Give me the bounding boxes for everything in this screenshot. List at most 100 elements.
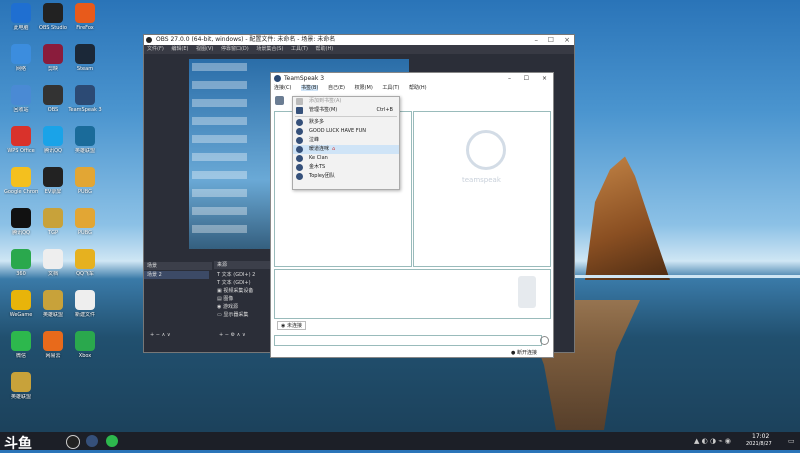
obs-menu-edit[interactable]: 编辑(E) xyxy=(171,46,188,52)
ts-status-text: 断开连接 xyxy=(516,350,537,356)
bookmark-item[interactable]: Ke Clan xyxy=(293,154,399,163)
desktop-icon[interactable]: 网易云 xyxy=(36,331,70,359)
desktop-icon[interactable]: 腾讯QQ xyxy=(36,126,70,154)
add-source-icon[interactable]: + xyxy=(219,332,223,338)
desktop-icon[interactable]: 英雄联盟 xyxy=(36,290,70,318)
source-toolbar: + − ⚙ ∧ ∨ xyxy=(216,331,246,339)
desktop-icon[interactable]: Google Chrome xyxy=(4,167,38,195)
app-icon xyxy=(43,85,63,105)
clock-time[interactable]: 17:02 xyxy=(752,433,769,440)
desktop-icon[interactable]: PUBG xyxy=(68,167,102,195)
manage-bookmarks-item[interactable]: 管理书签(M) Ctrl+B xyxy=(293,106,399,115)
ts-titlebar[interactable]: TeamSpeak 3 – ☐ × xyxy=(271,73,553,84)
desktop-icon[interactable]: 英雄联盟 xyxy=(68,126,102,154)
move-down-icon[interactable]: ∨ xyxy=(167,332,171,338)
app-icon xyxy=(75,167,95,187)
desktop-icon[interactable]: 文档 xyxy=(36,249,70,277)
scene-list-item[interactable]: 场景 2 xyxy=(144,271,209,279)
menu-item-label: Ke Clan xyxy=(309,155,328,161)
source-label: 文本 (GDI+) 2 xyxy=(221,272,256,278)
app-icon xyxy=(11,44,31,64)
desktop-icon[interactable]: 360 xyxy=(4,249,38,277)
minimize-icon[interactable]: – xyxy=(535,35,539,45)
maximize-icon[interactable]: ☐ xyxy=(524,73,529,84)
desktop-icon[interactable]: TeamSpeak 3 xyxy=(68,85,102,113)
ts-menu-tools[interactable]: 工具(T) xyxy=(382,85,399,91)
ts-chat-input[interactable] xyxy=(274,335,542,346)
app-icon xyxy=(43,44,63,64)
obs-menu-view[interactable]: 视图(V) xyxy=(196,46,213,52)
preview-mirror-icons xyxy=(192,63,247,243)
remove-scene-icon[interactable]: − xyxy=(156,332,160,338)
obs-menu-file[interactable]: 文件(F) xyxy=(147,46,164,52)
ts-menu-help[interactable]: 帮助(H) xyxy=(409,85,427,91)
connect-icon[interactable] xyxy=(275,96,284,105)
desktop-icon[interactable]: WeGame xyxy=(4,290,38,318)
server-icon xyxy=(296,128,303,135)
ts-menu-bookmarks[interactable]: 书签(B) xyxy=(301,85,319,91)
bookmark-item-selected[interactable]: 暖道连咪 ⌂ xyxy=(293,145,399,154)
gear-icon[interactable]: ⚙ xyxy=(231,332,235,338)
teamspeak-taskbar-icon[interactable] xyxy=(86,435,98,447)
ts-menu-connections[interactable]: 连接(C) xyxy=(274,85,291,91)
desktop-icon[interactable]: TGP xyxy=(36,208,70,236)
move-up-icon[interactable]: ∧ xyxy=(162,332,166,338)
close-icon[interactable]: × xyxy=(564,35,570,45)
bookmark-item[interactable]: 泣峰 xyxy=(293,136,399,145)
desktop-icon-label: 此电脑 xyxy=(13,25,29,31)
ts-menu-permissions[interactable]: 权限(M) xyxy=(355,85,373,91)
move-up-icon[interactable]: ∧ xyxy=(237,332,241,338)
desktop-icon[interactable]: 此电脑 xyxy=(4,3,38,31)
desktop-icon[interactable]: Steam xyxy=(68,44,102,72)
emoji-icon[interactable] xyxy=(540,336,549,345)
clock-date[interactable]: 2021/8/27 xyxy=(746,441,772,447)
desktop-icon[interactable]: QQ飞车 xyxy=(68,249,102,277)
close-icon[interactable]: × xyxy=(542,73,547,84)
menu-item-label: 金木TS xyxy=(309,164,326,170)
server-icon xyxy=(296,137,303,144)
obs-titlebar[interactable]: OBS 27.0.0 (64-bit, windows) - 配置文件: 未命名… xyxy=(144,35,574,45)
bookmark-item[interactable]: GOOD LUCK HAVE FUN xyxy=(293,127,399,136)
obs-menu-scene-collection[interactable]: 场景集合(S) xyxy=(256,46,283,52)
bookmark-item[interactable]: 默多多 xyxy=(293,118,399,127)
desktop-icon[interactable]: 英雄联盟 xyxy=(4,372,38,400)
obs-taskbar-icon[interactable] xyxy=(66,435,80,449)
desktop-icon[interactable]: 网络 xyxy=(4,44,38,72)
maximize-icon[interactable]: ☐ xyxy=(548,35,554,45)
ts-statusbar: ● 断开连接 xyxy=(511,349,537,356)
obs-menu-docks[interactable]: 停靠窗口(D) xyxy=(221,46,249,52)
add-scene-icon[interactable]: + xyxy=(150,332,154,338)
obs-menu-help[interactable]: 帮助(H) xyxy=(316,46,334,52)
notification-icon[interactable]: ▭ xyxy=(788,437,795,445)
ts-chat-tab[interactable]: ◉ 未连接 xyxy=(277,321,306,330)
move-down-icon[interactable]: ∨ xyxy=(242,332,246,338)
taskbar-brand[interactable]: 斗鱼 xyxy=(4,433,32,453)
desktop-icon[interactable]: OBS Studio xyxy=(36,3,70,31)
remove-source-icon[interactable]: − xyxy=(225,332,229,338)
desktop-icon[interactable]: PUBG xyxy=(68,208,102,236)
add-bookmark-item[interactable]: 添加到书签(A) xyxy=(293,97,399,106)
obs-menu-tools[interactable]: 工具(T) xyxy=(291,46,308,52)
source-label: 文本 (GDI+) xyxy=(221,280,251,286)
desktop-icon[interactable]: 腾讯QQ xyxy=(4,208,38,236)
desktop-icon[interactable]: EV录屏 xyxy=(36,167,70,195)
bookmark-add-icon xyxy=(296,98,303,105)
desktop-icon[interactable]: Xbox xyxy=(68,331,102,359)
menu-separator xyxy=(295,116,397,117)
desktop-icon-label: 网易云 xyxy=(45,353,61,359)
bookmark-item[interactable]: 金木TS xyxy=(293,163,399,172)
desktop-icon[interactable]: 剪映 xyxy=(36,44,70,72)
desktop-icon[interactable]: WPS Office xyxy=(4,126,38,154)
tray-icons[interactable]: ▲ ◐ ◑ ⌁ ◉ xyxy=(694,437,731,445)
bookmark-item[interactable]: Topley团队 xyxy=(293,172,399,181)
ts-menu-self[interactable]: 自己(E) xyxy=(328,85,345,91)
menu-item-label: 泣峰 xyxy=(309,137,320,143)
desktop-icon[interactable]: FireFox xyxy=(68,3,102,31)
desktop-icon[interactable]: 微信 xyxy=(4,331,38,359)
desktop-icon[interactable]: OBS xyxy=(36,85,70,113)
wechat-taskbar-icon[interactable] xyxy=(106,435,118,447)
desktop-icon[interactable]: 新建文件 xyxy=(68,290,102,318)
desktop-icon[interactable]: 回收站 xyxy=(4,85,38,113)
app-icon xyxy=(75,126,95,146)
minimize-icon[interactable]: – xyxy=(508,73,511,84)
